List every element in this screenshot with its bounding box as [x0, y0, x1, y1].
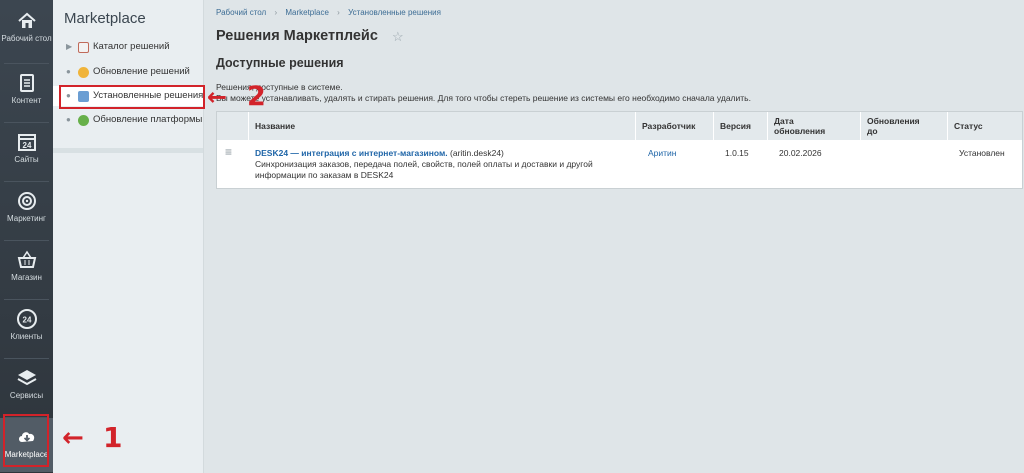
breadcrumb-separator: › — [274, 8, 278, 17]
rail-item-content[interactable]: Контент — [0, 66, 53, 122]
header-updates-line-1: Обновления — [867, 116, 920, 126]
rail-label-sites: Сайты — [14, 155, 39, 164]
table-header-menu — [217, 112, 249, 140]
table-header-name[interactable]: Название — [249, 112, 636, 140]
status-cell: Установлен — [959, 148, 1005, 158]
rail-label-clients: Клиенты — [10, 332, 43, 341]
menu-item-label: Обновление платформы — [93, 114, 203, 125]
bullet-icon: ● — [66, 67, 71, 76]
header-date-line-2: обновления — [774, 126, 826, 136]
solution-description-line-2: информации по заказам в DESK24 — [255, 170, 394, 180]
annotation-box-2 — [59, 85, 205, 109]
menu-item-label: Каталог решений — [93, 41, 170, 52]
document-icon — [19, 74, 34, 92]
description-line-1: Решения, доступные в системе. — [216, 82, 343, 92]
update-icon — [78, 67, 89, 78]
annotation-arrow-2: ← — [207, 83, 228, 111]
row-title-line: DESK24 — интеграция с интернет-магазином… — [255, 148, 635, 159]
developer-link[interactable]: Аритин — [648, 148, 676, 159]
solution-description-line-1: Синхронизация заказов, передача полей, с… — [255, 159, 593, 169]
description-line-2: Вы можете устанавливать, удалять и стира… — [216, 93, 751, 103]
rail-item-shop[interactable]: Магазин — [0, 243, 53, 299]
calendar-icon: 24 — [17, 134, 36, 151]
target-icon — [17, 192, 36, 210]
menu-item-updates[interactable]: ● Обновление решений — [53, 62, 203, 82]
panel-divider — [53, 148, 203, 153]
rail-item-marketing[interactable]: Маркетинг — [0, 184, 53, 240]
rail-item-desktop[interactable]: Рабочий стол — [0, 4, 53, 60]
rail-item-sites[interactable]: 24 Сайты — [0, 125, 53, 181]
rail-divider — [4, 240, 49, 241]
rail-label-marketing: Маркетинг — [7, 214, 46, 223]
menu-item-label: Обновление решений — [93, 66, 190, 77]
solution-code: (aritin.desk24) — [450, 148, 504, 158]
menu-item-catalog[interactable]: ▶ Каталог решений — [53, 37, 203, 57]
breadcrumb: Рабочий стол › Marketplace › Установленн… — [216, 8, 447, 17]
description: Решения, доступные в системе. Вы можете … — [216, 82, 751, 104]
main-nav-rail: Рабочий стол Контент 24 Сайты Маркетинг — [0, 0, 53, 473]
header-updates-line-2: до — [867, 126, 878, 136]
table-header-updates[interactable]: Обновления до — [861, 112, 948, 140]
annotation-label-2: 2 — [247, 81, 266, 112]
rail-divider — [4, 299, 49, 300]
main-content: Рабочий стол › Marketplace › Установленн… — [204, 0, 1024, 473]
rail-label-desktop: Рабочий стол — [1, 34, 52, 43]
section-title: Доступные решения — [216, 56, 344, 70]
basket-icon — [17, 250, 36, 268]
clients-digit: 24 — [22, 316, 31, 325]
breadcrumb-installed[interactable]: Установленные решения — [348, 8, 441, 17]
annotation-label-1: 1 — [103, 421, 123, 454]
breadcrumb-marketplace[interactable]: Marketplace — [285, 8, 329, 17]
clients-24-icon: 24 — [16, 309, 37, 329]
rail-item-services[interactable]: Сервисы — [0, 361, 53, 417]
page-title: Решения Маркетплейс — [216, 28, 378, 44]
breadcrumb-separator: › — [337, 8, 340, 17]
date-cell: 20.02.2026 — [779, 148, 822, 158]
rail-divider — [4, 122, 49, 123]
rail-divider — [4, 358, 49, 359]
bullet-icon: ● — [66, 115, 71, 124]
platform-update-icon — [78, 115, 89, 126]
layers-icon — [17, 370, 36, 386]
star-icon[interactable]: ☆ — [392, 29, 404, 45]
home-icon — [17, 12, 36, 28]
solution-name-link[interactable]: DESK24 — интеграция с интернет-магазином… — [255, 148, 448, 158]
solutions-table: Название Разработчик Версия Дата обновле… — [216, 111, 1023, 189]
annotation-arrow-1: ← — [62, 423, 84, 453]
row-name-cell: DESK24 — интеграция с интернет-магазином… — [255, 148, 635, 181]
table-header-developer[interactable]: Разработчик — [636, 112, 714, 140]
annotation-box-1 — [3, 414, 49, 467]
catalog-icon — [78, 42, 89, 53]
table-header-status[interactable]: Статус — [948, 112, 1022, 140]
expand-arrow-icon[interactable]: ▶ — [66, 42, 72, 51]
breadcrumb-desktop[interactable]: Рабочий стол — [216, 8, 266, 17]
row-menu-icon[interactable]: ≡ — [225, 146, 232, 158]
rail-item-clients[interactable]: 24 Клиенты — [0, 302, 53, 358]
rail-label-shop: Магазин — [11, 273, 42, 282]
panel-title: Marketplace — [64, 10, 146, 27]
header-date-line-1: Дата — [774, 116, 794, 126]
rail-label-services: Сервисы — [9, 391, 44, 400]
marketplace-menu-panel: Marketplace ▶ Каталог решений ● Обновлен… — [53, 0, 204, 473]
menu-item-platform-update[interactable]: ● Обновление платформы — [53, 110, 203, 130]
rail-label-content: Контент — [11, 96, 42, 105]
calendar-digit: 24 — [22, 141, 31, 150]
table-header-version[interactable]: Версия — [714, 112, 768, 140]
version-cell: 1.0.15 — [725, 148, 749, 158]
table-header-date[interactable]: Дата обновления — [768, 112, 861, 140]
rail-divider — [4, 63, 49, 64]
rail-divider — [4, 181, 49, 182]
